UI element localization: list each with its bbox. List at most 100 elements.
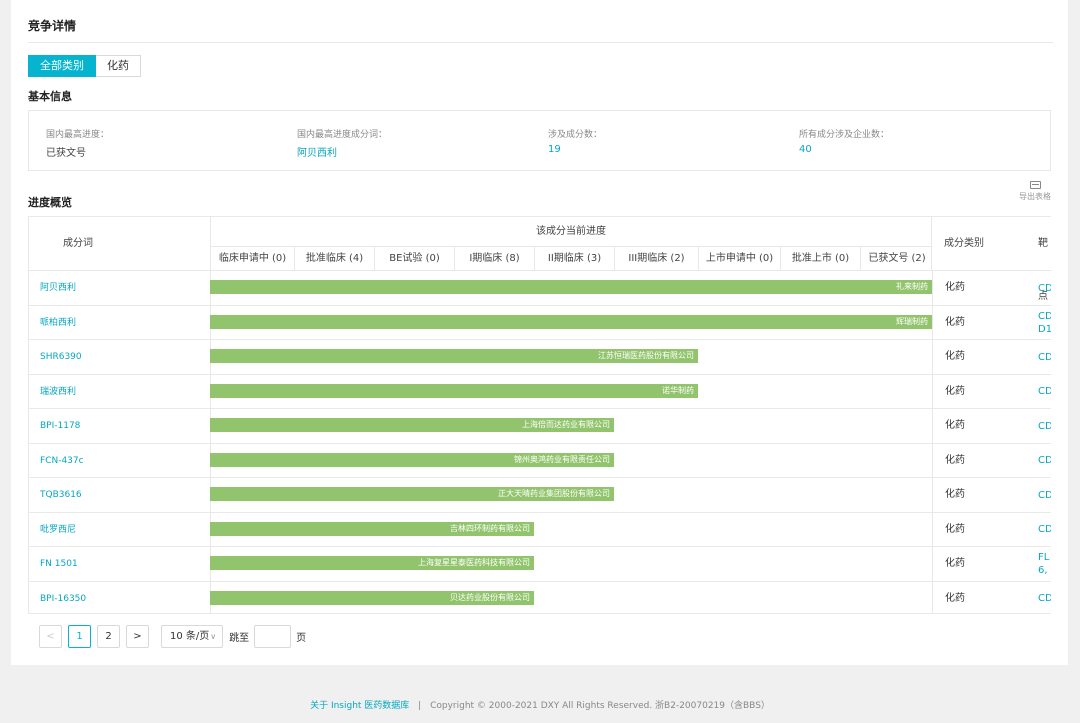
target-cell[interactable]: CD: [1038, 340, 1051, 374]
column-divider: [932, 478, 933, 512]
table-row: 阿贝西利 礼来制药 化药 CD: [29, 270, 1051, 305]
next-page-button[interactable]: >: [126, 625, 149, 648]
category-cell: 化药: [945, 489, 965, 500]
progress-table: 成分词 该成分当前进度 临床申请中 (0) 批准临床 (4) BE试验 (0) I期临…: [28, 216, 1051, 614]
jump-page-input[interactable]: [254, 625, 292, 648]
col-header-progress-group: 该成分当前进度 临床申请中 (0) 批准临床 (4) BE试验 (0) I期临床 (8…: [210, 217, 932, 270]
ingredient-link[interactable]: 瑞波西利: [40, 375, 76, 409]
column-divider: [932, 374, 933, 408]
target-link[interactable]: CD: [1038, 385, 1051, 398]
page-title: 竞争详情: [28, 19, 77, 33]
title-divider: [28, 42, 1053, 43]
category-cell: 化药: [945, 316, 965, 328]
column-divider: [932, 409, 933, 443]
column-divider: [932, 271, 933, 305]
ingredient-link[interactable]: TQB3616: [40, 478, 82, 512]
ingredient-link[interactable]: SHR6390: [40, 340, 82, 374]
target-cell[interactable]: CDD1: [1038, 306, 1051, 340]
progress-bar[interactable]: 上海倍而达药业有限公司: [210, 418, 614, 432]
progress-bar[interactable]: 正大天晴药业集团股份有限公司: [210, 487, 614, 501]
target-cell[interactable]: CD: [1038, 444, 1051, 478]
target-cell[interactable]: CD: [1038, 271, 1051, 305]
col-header-category: 成分类别: [944, 238, 984, 249]
table-row: 瑞波西利 诺华制药 化药 CD: [29, 373, 1051, 409]
jump-label: 跳至: [229, 633, 250, 644]
basic-info-panel: 国内最高进度： 已获文号 国内最高进度成分词： 阿贝西利 涉及成分数： 19 所…: [28, 110, 1051, 171]
progress-bar[interactable]: 江苏恒瑞医药股份有限公司: [210, 349, 698, 363]
ingredient-link[interactable]: 吡罗西尼: [40, 513, 76, 547]
target-cell[interactable]: CD: [1038, 478, 1051, 512]
category-cell: 化药: [945, 420, 965, 431]
info-value-link[interactable]: 40: [799, 144, 889, 155]
tab-all-categories[interactable]: 全部类别: [28, 55, 96, 77]
phase-header: 已获文号 (2): [868, 253, 926, 264]
page-size-select[interactable]: 10 条/页∨: [161, 625, 224, 648]
footer-separator: |: [418, 701, 422, 711]
target-link[interactable]: CD: [1038, 310, 1051, 323]
column-divider: [932, 340, 933, 374]
table-row: SHR6390 江苏恒瑞医药股份有限公司 化药 CD: [29, 339, 1051, 374]
column-divider: [932, 305, 933, 339]
progress-bar[interactable]: 上海复星星泰医药科技有限公司: [210, 556, 534, 570]
phase-header: I期临床 (8): [455, 247, 535, 270]
page-size-value: 10 条/页: [170, 631, 210, 642]
target-link[interactable]: D1: [1038, 323, 1051, 336]
basic-info-heading: 基本信息: [28, 90, 72, 103]
target-link[interactable]: FL: [1038, 551, 1049, 564]
progress-bar[interactable]: 辉瑞制药: [210, 314, 932, 329]
footer-copyright: Copyright © 2000-2021 DXY All Rights Res…: [430, 701, 770, 711]
column-divider: [932, 581, 933, 613]
progress-bar[interactable]: 诺华制药: [210, 383, 698, 398]
info-label: 涉及成分数：: [548, 130, 603, 140]
table-row: TQB3616 正大天晴药业集团股份有限公司 化药 CD: [29, 477, 1051, 512]
ingredient-link[interactable]: FCN-437c: [40, 444, 84, 478]
target-cell[interactable]: CD: [1038, 409, 1051, 443]
progress-bar[interactable]: 吉林四环制药有限公司: [210, 521, 534, 536]
export-table-button[interactable]: 导出表格: [1015, 181, 1055, 202]
page-suffix: 页: [296, 633, 307, 644]
progress-bar[interactable]: 礼来制药: [210, 280, 932, 294]
ingredient-link[interactable]: 哌柏西利: [40, 306, 76, 340]
phase-header: BE试验 (0): [375, 247, 455, 270]
info-ingredient-count: 涉及成分数： 19: [548, 127, 602, 155]
phase-header: 上市申请中 (0): [699, 247, 781, 270]
target-cell[interactable]: CD: [1038, 582, 1051, 614]
chevron-down-icon: ∨: [210, 632, 217, 641]
info-label: 所有成分涉及企业数：: [799, 130, 890, 140]
target-link[interactable]: CD: [1038, 420, 1051, 433]
page-button-2[interactable]: 2: [97, 625, 120, 648]
page-button-1[interactable]: 1: [68, 625, 91, 648]
target-cell[interactable]: FL 6,: [1038, 547, 1049, 581]
target-link[interactable]: CD: [1038, 592, 1051, 605]
column-divider: [932, 443, 933, 477]
ingredient-link[interactable]: FN 1501: [40, 547, 78, 581]
category-cell: 化药: [945, 282, 965, 293]
tab-chemical-drug[interactable]: 化药: [96, 55, 141, 77]
info-value: 已获文号: [46, 148, 86, 159]
info-label: 国内最高进度成分词：: [297, 130, 388, 140]
main-card: 竞争详情 全部类别 化药 基本信息 国内最高进度： 已获文号 国内最高进度成分词…: [11, 0, 1068, 665]
progress-heading: 进度概览: [28, 196, 72, 209]
info-value-link[interactable]: 19: [548, 144, 602, 155]
prev-page-button[interactable]: <: [39, 625, 62, 648]
target-link[interactable]: CD: [1038, 351, 1051, 364]
progress-bar[interactable]: 锦州奥鸿药业有限责任公司: [210, 452, 614, 467]
target-link[interactable]: CD: [1038, 489, 1051, 502]
phase-header: 批准上市 (0): [781, 247, 861, 270]
info-value-link[interactable]: 阿贝西利: [297, 144, 387, 159]
category-tabs: 全部类别 化药: [28, 55, 141, 77]
target-cell[interactable]: CD: [1038, 375, 1051, 409]
footer-about-link[interactable]: 关于 Insight 医药数据库: [310, 701, 409, 711]
target-link[interactable]: CD: [1038, 523, 1051, 536]
target-link[interactable]: CD: [1038, 454, 1051, 467]
info-highest-progress: 国内最高进度： 已获文号: [46, 127, 109, 159]
ingredient-link[interactable]: BPI-1178: [40, 409, 80, 443]
ingredient-link[interactable]: 阿贝西利: [40, 271, 76, 305]
target-link[interactable]: 6,: [1038, 564, 1049, 577]
target-cell[interactable]: CD: [1038, 513, 1051, 547]
target-link[interactable]: CD: [1038, 282, 1051, 295]
table-row: 吡罗西尼 吉林四环制药有限公司 化药 CD: [29, 511, 1051, 547]
progress-bar[interactable]: 贝达药业股份有限公司: [210, 590, 534, 605]
table-row: FN 1501 上海复星星泰医药科技有限公司 化药 FL 6,: [29, 546, 1051, 581]
ingredient-link[interactable]: BPI-16350: [40, 582, 86, 614]
